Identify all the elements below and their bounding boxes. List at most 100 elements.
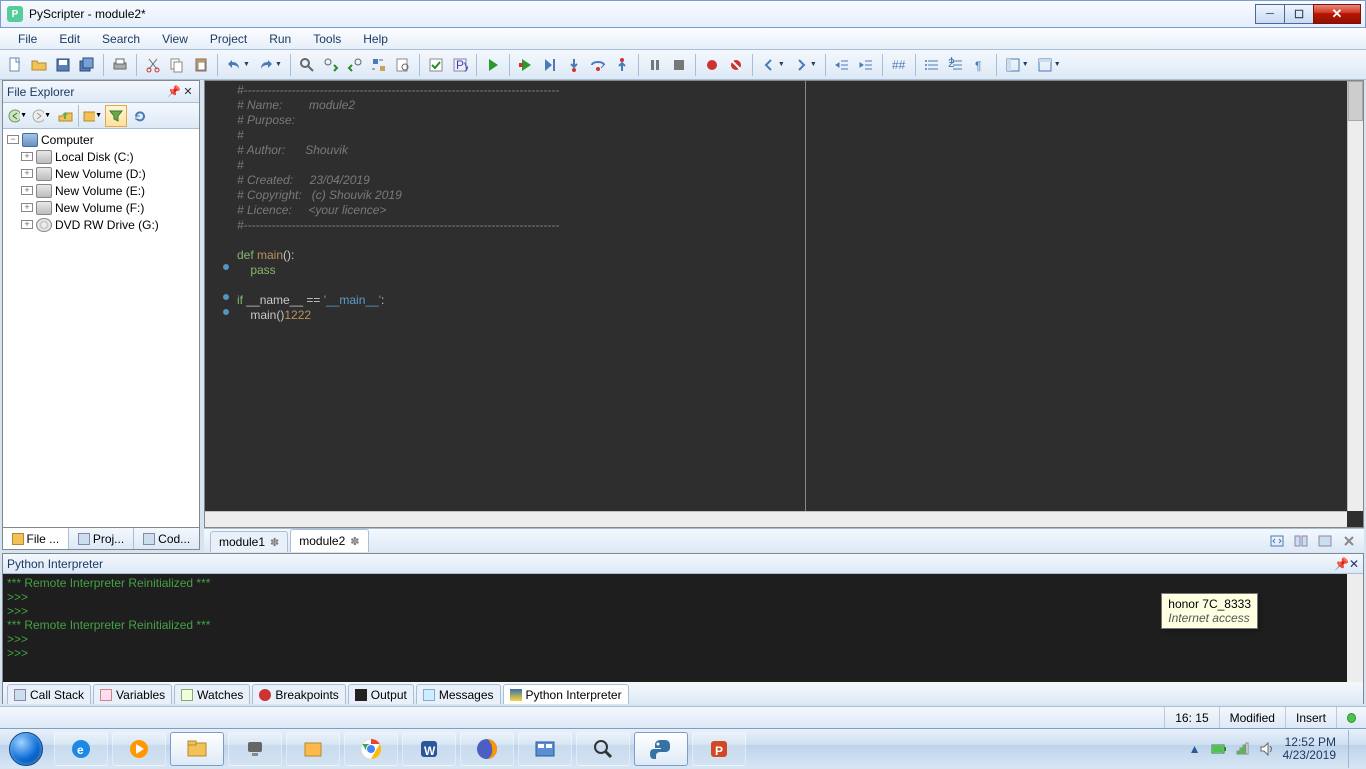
fx-browse-icon[interactable]: ▼	[81, 105, 103, 127]
tree-drive-c[interactable]: +Local Disk (C:)	[5, 148, 197, 165]
tree-drive-g[interactable]: +DVD RW Drive (G:)	[5, 216, 197, 233]
editor-tab-module1[interactable]: module1✽	[210, 531, 288, 552]
save-icon[interactable]	[52, 54, 74, 76]
close-button[interactable]: ✕	[1313, 4, 1361, 24]
menu-search[interactable]: Search	[92, 29, 150, 49]
comment-icon[interactable]: ##	[888, 54, 910, 76]
tray-volume-icon[interactable]	[1259, 741, 1275, 757]
code-area[interactable]: #---------------------------------------…	[233, 81, 1363, 513]
fx-tab-code[interactable]: Cod...	[134, 528, 199, 549]
start-button[interactable]	[6, 729, 46, 769]
pin-icon[interactable]: 📌	[1334, 557, 1349, 571]
fx-forward-icon[interactable]: ▼	[30, 105, 52, 127]
toggle-breakpoint-icon[interactable]	[701, 54, 723, 76]
taskbar-pyscripter[interactable]	[634, 732, 688, 766]
taskbar-firefox[interactable]	[460, 732, 514, 766]
fx-tab-project[interactable]: Proj...	[69, 528, 135, 549]
show-desktop-button[interactable]	[1348, 730, 1358, 768]
minimize-button[interactable]: ─	[1255, 4, 1285, 24]
run-icon[interactable]	[482, 54, 504, 76]
clear-breakpoints-icon[interactable]	[725, 54, 747, 76]
window-layout-icon[interactable]: ▼	[1034, 54, 1064, 76]
debug-icon[interactable]	[515, 54, 537, 76]
tray-up-icon[interactable]: ▲	[1187, 741, 1203, 757]
fx-tab-file[interactable]: File ...	[3, 528, 69, 549]
tab-call-stack[interactable]: Call Stack	[7, 684, 91, 704]
tab-variables[interactable]: Variables	[93, 684, 172, 704]
panel-close-icon[interactable]: ✕	[181, 85, 195, 98]
tray-network-icon[interactable]	[1235, 741, 1251, 757]
editor-h-scrollbar[interactable]	[205, 511, 1347, 527]
fx-filter-icon[interactable]	[105, 105, 127, 127]
taskbar-powerpoint[interactable]: P	[692, 732, 746, 766]
tab-python-interpreter[interactable]: Python Interpreter	[503, 684, 629, 704]
tab-nav-icon[interactable]	[1266, 530, 1288, 552]
cut-icon[interactable]	[142, 54, 164, 76]
run-to-cursor-icon[interactable]	[539, 54, 561, 76]
tree-drive-f[interactable]: +New Volume (F:)	[5, 199, 197, 216]
tab-close-all-icon[interactable]	[1338, 530, 1360, 552]
replace-icon[interactable]	[368, 54, 390, 76]
redo-icon[interactable]: ▼	[255, 54, 285, 76]
interpreter-scrollbar[interactable]	[1347, 574, 1363, 682]
tab-messages[interactable]: Messages	[416, 684, 501, 704]
tray-battery-icon[interactable]	[1211, 741, 1227, 757]
taskbar-control-panel[interactable]	[518, 732, 572, 766]
fx-back-icon[interactable]: ▼	[6, 105, 28, 127]
find-in-files-icon[interactable]	[392, 54, 414, 76]
tray-clock[interactable]: 12:52 PM4/23/2019	[1283, 736, 1336, 762]
find-next-icon[interactable]	[320, 54, 342, 76]
numbered-list-icon[interactable]: 12	[945, 54, 967, 76]
new-file-icon[interactable]	[4, 54, 26, 76]
taskbar-chrome[interactable]	[344, 732, 398, 766]
syntax-check-icon[interactable]	[425, 54, 447, 76]
print-icon[interactable]	[109, 54, 131, 76]
save-all-icon[interactable]	[76, 54, 98, 76]
find-prev-icon[interactable]	[344, 54, 366, 76]
layout-icon[interactable]: ▼	[1002, 54, 1032, 76]
step-over-icon[interactable]	[587, 54, 609, 76]
maximize-button[interactable]: ☐	[1284, 4, 1314, 24]
tree-root-computer[interactable]: −Computer	[5, 131, 197, 148]
find-icon[interactable]	[296, 54, 318, 76]
taskbar-wmp[interactable]	[112, 732, 166, 766]
menu-project[interactable]: Project	[200, 29, 257, 49]
list-icon[interactable]	[921, 54, 943, 76]
editor-v-scrollbar[interactable]	[1347, 81, 1363, 511]
taskbar-magnifier[interactable]	[576, 732, 630, 766]
outdent-icon[interactable]	[831, 54, 853, 76]
fx-refresh-icon[interactable]	[129, 105, 151, 127]
undo-icon[interactable]: ▼	[223, 54, 253, 76]
menu-help[interactable]: Help	[353, 29, 398, 49]
tab-list-icon[interactable]	[1314, 530, 1336, 552]
menu-edit[interactable]: Edit	[49, 29, 90, 49]
tree-drive-d[interactable]: +New Volume (D:)	[5, 165, 197, 182]
menu-file[interactable]: File	[8, 29, 47, 49]
taskbar-word[interactable]: W	[402, 732, 456, 766]
taskbar-libraries[interactable]	[286, 732, 340, 766]
tab-output[interactable]: Output	[348, 684, 414, 704]
tab-close-icon[interactable]: ✽	[270, 536, 279, 549]
paste-icon[interactable]	[190, 54, 212, 76]
nav-forward-icon[interactable]: ▼	[790, 54, 820, 76]
taskbar-device[interactable]	[228, 732, 282, 766]
tab-watches[interactable]: Watches	[174, 684, 250, 704]
pilcrow-icon[interactable]: ¶	[969, 54, 991, 76]
import-check-icon[interactable]: Py	[449, 54, 471, 76]
tab-breakpoints[interactable]: Breakpoints	[252, 684, 345, 704]
editor-tab-module2[interactable]: module2✽	[290, 529, 368, 552]
fx-up-icon[interactable]	[54, 105, 76, 127]
pin-icon[interactable]: 📌	[167, 85, 181, 98]
stop-icon[interactable]	[668, 54, 690, 76]
tab-close-icon[interactable]: ✽	[350, 535, 359, 548]
indent-icon[interactable]	[855, 54, 877, 76]
tree-drive-e[interactable]: +New Volume (E:)	[5, 182, 197, 199]
interpreter-output[interactable]: *** Remote Interpreter Reinitialized ***…	[3, 574, 1363, 682]
menu-tools[interactable]: Tools	[303, 29, 351, 49]
panel-close-icon[interactable]: ✕	[1349, 557, 1359, 571]
step-out-icon[interactable]	[611, 54, 633, 76]
taskbar-ie[interactable]: e	[54, 732, 108, 766]
open-file-icon[interactable]	[28, 54, 50, 76]
taskbar-explorer[interactable]	[170, 732, 224, 766]
pause-icon[interactable]	[644, 54, 666, 76]
